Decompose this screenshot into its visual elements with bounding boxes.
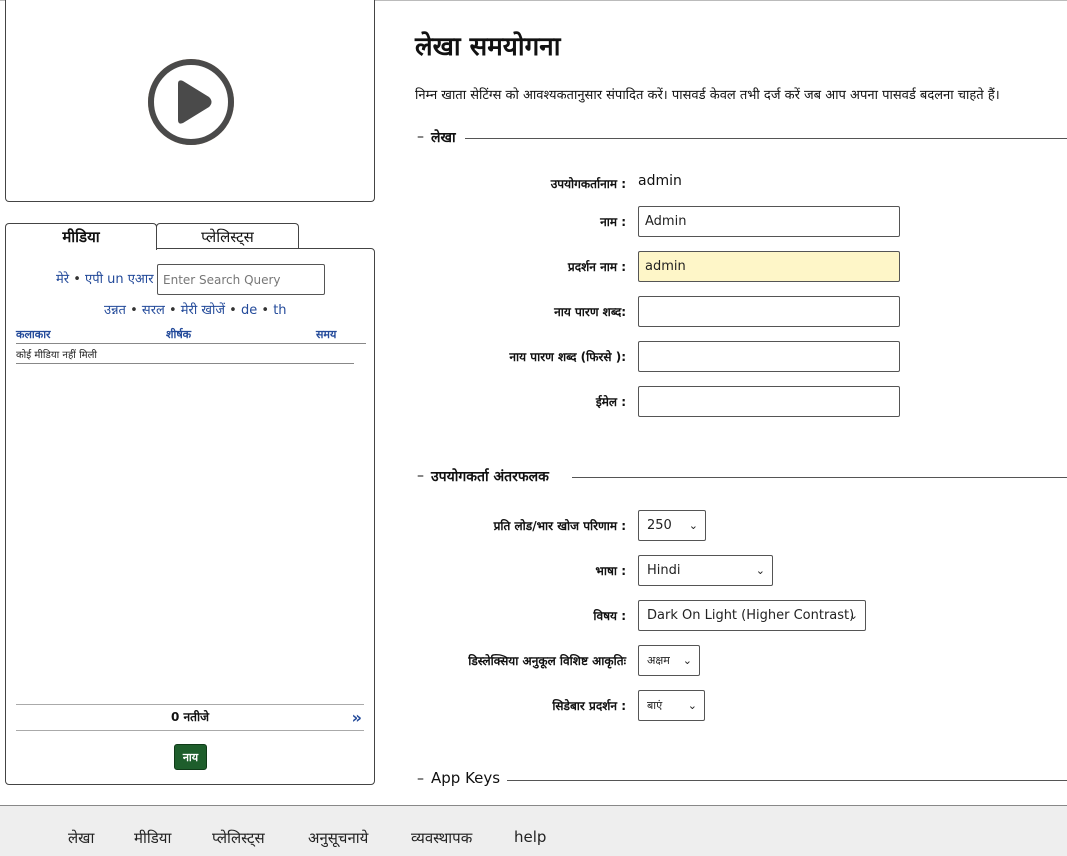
username-label: उपयोगकर्तानाम : <box>550 177 626 191</box>
sidebar-display-label: सिडेबार प्रदर्शन : <box>552 699 626 713</box>
intro-text: निम्न खाता सेटिंग्स को आवश्यकतानुसार संप… <box>415 88 1000 103</box>
column-time[interactable]: समय <box>316 327 336 342</box>
confirm-password-field[interactable] <box>638 341 900 372</box>
language-label: भाषा : <box>595 564 626 578</box>
theme-label: विषय : <box>593 609 626 623</box>
media-player <box>5 0 375 202</box>
section-interface: – उपयोगकर्ता अंतरफलक <box>417 467 1067 486</box>
language-select[interactable]: Hindi ⌄ <box>638 555 773 586</box>
username-value: admin <box>638 173 682 189</box>
filter-links: मेरे • एपी un एआर <box>56 269 154 287</box>
new-password-field[interactable] <box>638 296 900 327</box>
de-link[interactable]: de <box>241 303 257 318</box>
play-icon[interactable] <box>146 57 236 147</box>
nav-schedules[interactable]: अनुसूचनाये <box>308 828 368 848</box>
display-name-label: प्रदर्शन नाम : <box>567 260 626 274</box>
section-account-title: लेखा <box>431 128 456 147</box>
theme-value: Dark On Light (Higher Contrast) <box>647 608 855 623</box>
section-app-keys: – App Keys <box>417 769 1067 787</box>
email-label: ईमेल : <box>595 395 626 409</box>
section-rule <box>572 477 1067 478</box>
sidebar-display-select[interactable]: बाएं ⌄ <box>638 690 705 721</box>
chevron-down-icon: ⌄ <box>848 609 858 622</box>
nav-playlists[interactable]: प्लेलिस्ट्स <box>212 828 265 848</box>
section-account: – लेखा <box>417 128 1067 147</box>
name-label: नाम : <box>600 215 626 229</box>
section-rule <box>465 138 1067 139</box>
dyslexia-font-label: डिस्लेक्सिया अनुकूल विशिष्ट आकृतिः <box>468 654 626 668</box>
section-dash: – <box>417 771 424 787</box>
nav-help[interactable]: help <box>514 828 546 846</box>
chevron-down-icon: ⌄ <box>682 654 692 667</box>
dyslexia-font-select[interactable]: अक्षम ⌄ <box>638 645 700 676</box>
column-title[interactable]: शीर्षक <box>166 327 191 342</box>
filter-mine-link[interactable]: मेरे <box>56 272 69 287</box>
separator: • <box>168 303 177 318</box>
next-page-icon[interactable]: » <box>352 705 362 730</box>
sidebar-display-value: बाएं <box>647 699 663 712</box>
new-button[interactable]: नाय <box>174 744 207 770</box>
section-app-keys-title: App Keys <box>431 769 501 787</box>
results-bar: 0 नतीजे » <box>16 704 364 731</box>
nav-account[interactable]: लेखा <box>68 828 94 848</box>
results-per-page-value: 250 <box>647 518 672 533</box>
chevron-down-icon: ⌄ <box>755 564 765 577</box>
page-title: लेखा समयोगना <box>415 32 561 62</box>
separator: • <box>130 303 138 318</box>
display-name-field[interactable] <box>638 251 900 282</box>
media-panel: मेरे • एपी un एआर उन्नत • सरल • मेरी खोज… <box>5 248 375 785</box>
empty-media-message: कोई मीडिया नहीं मिली <box>16 347 354 364</box>
advanced-link[interactable]: उन्नत <box>104 303 126 318</box>
media-table-header: कलाकार शीर्षक समय <box>16 327 366 344</box>
separator: • <box>229 303 237 318</box>
filter-api-link[interactable]: एपी un एआर <box>85 272 153 287</box>
results-per-page-select[interactable]: 250 ⌄ <box>638 510 706 541</box>
email-field[interactable] <box>638 386 900 417</box>
column-artist[interactable]: कलाकार <box>16 327 51 342</box>
th-link[interactable]: th <box>273 303 286 318</box>
separator: • <box>261 303 270 318</box>
theme-select[interactable]: Dark On Light (Higher Contrast) ⌄ <box>638 600 866 631</box>
section-dash: – <box>417 129 424 145</box>
section-dash: – <box>417 468 424 484</box>
nav-admin[interactable]: व्यवस्थापक <box>411 828 472 848</box>
tab-media[interactable]: मीडिया <box>5 223 157 250</box>
confirm-password-label: नाय पारण शब्द (फिरसे ): <box>509 350 626 364</box>
section-rule <box>507 780 1067 781</box>
section-interface-title: उपयोगकर्ता अंतरफलक <box>431 467 549 486</box>
tab-playlists[interactable]: प्लेलिस्ट्स <box>156 223 299 249</box>
nav-media[interactable]: मीडिया <box>134 828 171 848</box>
dyslexia-font-value: अक्षम <box>647 654 670 667</box>
search-input[interactable] <box>157 264 325 295</box>
new-password-label: नाय पारण शब्द: <box>554 305 626 319</box>
bottom-nav: लेखा मीडिया प्लेलिस्ट्स अनुसूचनाये व्यवस… <box>0 805 1067 856</box>
results-count: 0 नतीजे <box>170 710 210 724</box>
my-searches-link[interactable]: मेरी खोजें <box>181 303 225 318</box>
separator: • <box>73 272 81 287</box>
search-mode-links: उन्नत • सरल • मेरी खोजें • de • th <box>104 300 287 318</box>
language-value: Hindi <box>647 563 681 578</box>
name-field[interactable] <box>638 206 900 237</box>
results-per-page-label: प्रति लोड/भार खोज परिणाम : <box>493 519 626 533</box>
chevron-down-icon: ⌄ <box>688 519 698 532</box>
simple-link[interactable]: सरल <box>142 303 165 318</box>
chevron-down-icon: ⌄ <box>687 699 697 712</box>
